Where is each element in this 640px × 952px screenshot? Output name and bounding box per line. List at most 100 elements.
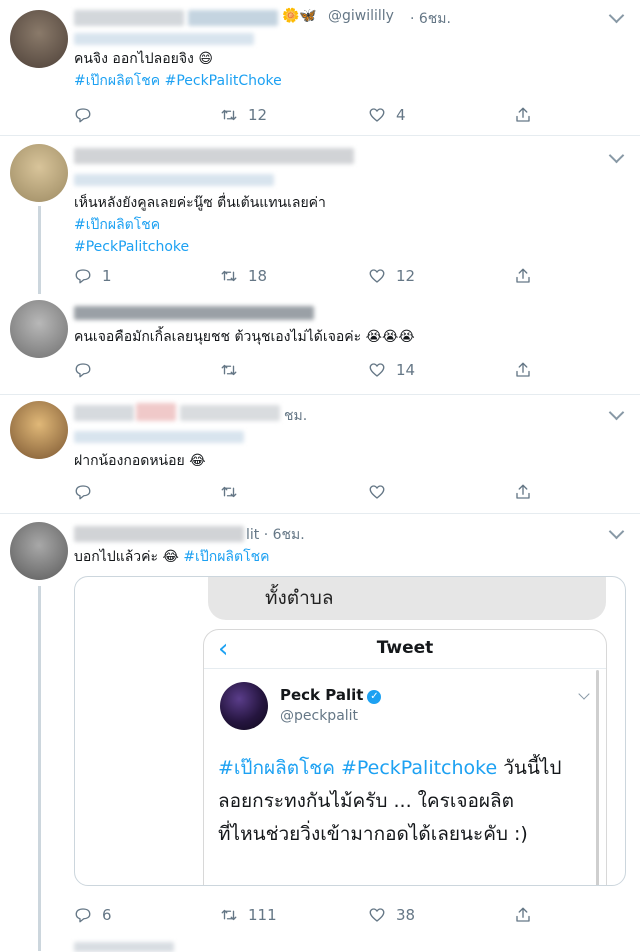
text-run: บอกไปแล้วค่ะ 😂	[74, 549, 184, 565]
avatar[interactable]	[10, 401, 68, 459]
text-run: เห็นหลังยังคูลเลยค่ะนู๊ซ ตื่นเต้นแทนเลยค…	[74, 195, 326, 211]
reply-button[interactable]	[74, 103, 102, 127]
retweet-icon	[221, 109, 237, 121]
tweet-actions: 6 111 38	[74, 903, 534, 927]
tweet-text-line: คนจิง ออกไปลอยจิง 😄	[74, 48, 282, 70]
reply-count: 6	[102, 906, 112, 924]
reply-button[interactable]: 6	[74, 903, 112, 927]
retweet-button[interactable]	[220, 358, 248, 382]
tweet-1[interactable]: 🌼🦋 @giwililly · 6ชม. คนจิง ออกไปลอยจิง 😄…	[0, 0, 640, 136]
reply-icon	[75, 485, 91, 500]
reply-button[interactable]: 1	[74, 264, 112, 288]
tweet-2[interactable]: เห็นหลังยังคูลเลยค่ะนู๊ซ ตื่นเต้นแทนเลยค…	[0, 136, 640, 294]
retweet-count: 18	[248, 267, 268, 285]
blurred-reply-to	[74, 33, 254, 45]
like-button[interactable]: 14	[368, 358, 415, 382]
blurred-reply-to	[74, 174, 274, 186]
share-button[interactable]	[514, 103, 542, 127]
like-button[interactable]: 4	[368, 103, 406, 127]
reply-count: 1	[102, 267, 112, 285]
retweet-icon	[221, 486, 237, 498]
tweet-text: เห็นหลังยังคูลเลยค่ะนู๊ซ ตื่นเต้นแทนเลยค…	[74, 192, 326, 258]
tweet-text-line: เห็นหลังยังคูลเลยค่ะนู๊ซ ตื่นเต้นแทนเลยค…	[74, 192, 326, 214]
heart-icon	[369, 485, 385, 499]
tweet-text: คนเจอคือมักเกิ้ลเลยนุยชช ต้วนุชเองไม่ได้…	[74, 326, 415, 348]
text-run: วันนี้ไป	[497, 757, 562, 779]
share-button[interactable]	[514, 480, 542, 504]
retweet-button[interactable]: 12	[220, 103, 267, 127]
blurred-display-name	[74, 306, 314, 320]
share-button[interactable]	[514, 264, 542, 288]
like-button[interactable]	[368, 480, 396, 504]
retweet-button[interactable]	[220, 480, 248, 504]
reply-icon	[75, 269, 91, 284]
heart-icon	[369, 269, 385, 283]
chevron-down-icon[interactable]	[608, 147, 625, 164]
hashtag-link[interactable]: #PeckPalitChoke	[165, 73, 282, 89]
blurred-display-name	[74, 405, 134, 421]
heart-icon	[369, 108, 385, 122]
reply-button[interactable]	[74, 358, 102, 382]
tweet-timestamp[interactable]: · 6ชม.	[410, 8, 451, 30]
embedded-image-card[interactable]: ทั้งตำบล ‹ Tweet Peck Palit ✓ @peckpalit …	[74, 576, 626, 886]
hashtag-link[interactable]: #เป๊กผลิตโชค	[183, 549, 269, 565]
tweet-author-emoji: 🌼🦋	[282, 8, 317, 24]
tweet-text: ฝากน้องกอดหน่อย 😂	[74, 450, 206, 472]
tweet-handle[interactable]: @giwililly	[328, 8, 394, 24]
reply-button[interactable]	[74, 480, 102, 504]
tweet-actions: 12 4	[74, 103, 534, 127]
tweet-text: บอกไปแล้วค่ะ 😂 #เป๊กผลิตโชค	[74, 546, 269, 568]
tweet-text-line: ฝากน้องกอดหน่อย 😂	[74, 450, 206, 472]
retweet-count: 111	[248, 906, 277, 924]
tweet-text: คนจิง ออกไปลอยจิง 😄 #เป๊กผลิตโชค #PeckPa…	[74, 48, 282, 92]
like-button[interactable]: 38	[368, 903, 415, 927]
avatar[interactable]	[10, 144, 68, 202]
share-icon	[516, 107, 530, 122]
retweet-icon	[221, 909, 237, 921]
retweet-icon	[221, 364, 237, 376]
text-run: คนเจอคือมักเกิ้ลเลยนุยชช ต้วนุชเองไม่ได้…	[74, 329, 415, 345]
tweet-4[interactable]: ชม. ฝากน้องกอดหน่อย 😂	[0, 395, 640, 514]
like-count: 38	[396, 906, 416, 924]
avatar	[220, 682, 268, 730]
reply-icon	[75, 908, 91, 923]
tweet-3[interactable]: คนเจอคือมักเกิ้ลเลยนุยชช ต้วนุชเองไม่ได้…	[0, 294, 640, 395]
hashtag-link[interactable]: #PeckPalitchoke	[74, 239, 189, 255]
chevron-down-icon[interactable]	[608, 7, 625, 24]
tweet-text-line: ลอยกระทงกันไม้ครับ ... ใครเจอผลิต	[218, 785, 562, 818]
like-button[interactable]: 12	[368, 264, 415, 288]
tweet-text-line: #เป๊กผลิตโชค #PeckPalitChoke	[74, 70, 282, 92]
hashtag-link[interactable]: #เป๊กผลิตโชค	[74, 73, 160, 89]
blurred-display-name	[74, 10, 184, 26]
scrollbar	[596, 670, 599, 885]
avatar[interactable]	[10, 522, 68, 580]
chat-bubble-text: ทั้งตำบล	[265, 587, 334, 609]
hashtag-link[interactable]: #เป๊กผลิตโชค	[74, 217, 160, 233]
share-button[interactable]	[514, 903, 542, 927]
like-count: 4	[396, 106, 406, 124]
reply-icon	[75, 108, 91, 123]
blurred-display-name	[136, 403, 176, 421]
blurred-display-name	[188, 10, 278, 26]
tweet-text-line: #เป๊กผลิตโชค #PeckPalitchoke วันนี้ไป	[218, 752, 562, 785]
tweet-timestamp[interactable]: lit · 6ชม.	[246, 524, 305, 546]
share-button[interactable]	[514, 358, 542, 382]
hashtag-link: #เป๊กผลิตโชค	[218, 757, 335, 779]
chevron-down-icon[interactable]	[608, 523, 625, 540]
share-icon	[516, 484, 530, 499]
text-run: ลอยกระทงกันไม้ครับ ... ใครเจอผลิต	[218, 790, 514, 812]
heart-icon	[369, 363, 385, 377]
tweet-text-line: ที่ไหนช่วยวิ่งเข้ามากอดได้เลยนะคับ :)	[218, 818, 562, 851]
avatar[interactable]	[10, 300, 68, 358]
retweet-button[interactable]: 111	[220, 903, 277, 927]
chevron-down-icon[interactable]	[608, 404, 625, 421]
share-icon	[516, 907, 530, 922]
retweet-button[interactable]: 18	[220, 264, 267, 288]
tweet-timestamp[interactable]: ชม.	[284, 405, 307, 427]
thread-line	[38, 206, 41, 294]
avatar[interactable]	[10, 10, 68, 68]
text-run: ฝากน้องกอดหน่อย 😂	[74, 453, 206, 469]
thread-line	[38, 586, 41, 951]
tweet-text-line: #PeckPalitchoke	[74, 236, 326, 258]
hashtag-link: #PeckPalitchoke	[340, 757, 498, 779]
